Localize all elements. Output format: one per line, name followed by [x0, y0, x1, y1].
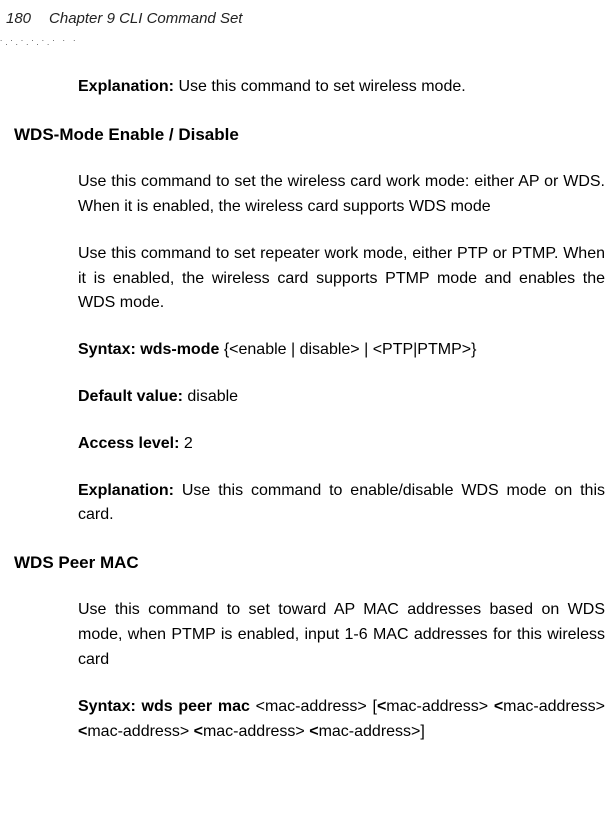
intro-explanation: Explanation: Use this command to set wir… — [78, 75, 605, 100]
access-text: 2 — [184, 435, 193, 452]
explanation-text: Use this command to set wireless mode. — [174, 78, 466, 95]
section-wds-mode-title: WDS-Mode Enable / Disable — [14, 122, 605, 148]
section1-default: Default value: disable — [78, 385, 605, 410]
syntax-bold-e: < — [194, 723, 203, 740]
syntax-text-b: mac-address> — [386, 698, 494, 715]
section1-explanation: Explanation: Use this command to enable/… — [78, 479, 605, 529]
syntax-bold-b: < — [377, 698, 386, 715]
section1-syntax: Syntax: wds-mode {<enable | disable> | <… — [78, 338, 605, 363]
syntax-bold-f: < — [309, 723, 318, 740]
page-number: 180 — [6, 10, 31, 27]
syntax-text-c: mac-address> — [503, 698, 605, 715]
default-label: Default value: — [78, 388, 187, 405]
syntax-text-d: mac-address> — [87, 723, 193, 740]
syntax-text: {<enable | disable> | <PTP|PTMP>} — [224, 341, 477, 358]
section-wds-peer-mac-title: WDS Peer MAC — [14, 550, 605, 576]
syntax-text-f: mac-address>] — [319, 723, 425, 740]
header-dots: . . . . . . . . . . . . . — [0, 37, 613, 55]
syntax-bold-c: < — [494, 698, 503, 715]
explanation-label-2: Explanation: — [78, 482, 182, 499]
chapter-title: Chapter 9 CLI Command Set — [49, 10, 242, 27]
section1-para2: Use this command to set repeater work mo… — [78, 242, 605, 316]
access-label: Access level: — [78, 435, 184, 452]
section1-access: Access level: 2 — [78, 432, 605, 457]
section2-para1: Use this command to set toward AP MAC ad… — [78, 598, 605, 672]
section1-para1: Use this command to set the wireless car… — [78, 170, 605, 220]
page-header: 180 Chapter 9 CLI Command Set — [0, 10, 613, 35]
page-root: 180 Chapter 9 CLI Command Set . . . . . … — [0, 0, 613, 744]
syntax-label-2: Syntax: wds peer mac — [78, 698, 256, 715]
syntax-label: Syntax: wds-mode — [78, 341, 224, 358]
syntax-bold-d: < — [78, 723, 87, 740]
explanation-label: Explanation: — [78, 78, 174, 95]
syntax-text-a: <mac-address> [ — [256, 698, 377, 715]
page-content: Explanation: Use this command to set wir… — [0, 55, 613, 744]
section2-syntax: Syntax: wds peer mac <mac-address> [<mac… — [78, 695, 605, 745]
syntax-text-e: mac-address> — [203, 723, 309, 740]
default-text: disable — [187, 388, 238, 405]
